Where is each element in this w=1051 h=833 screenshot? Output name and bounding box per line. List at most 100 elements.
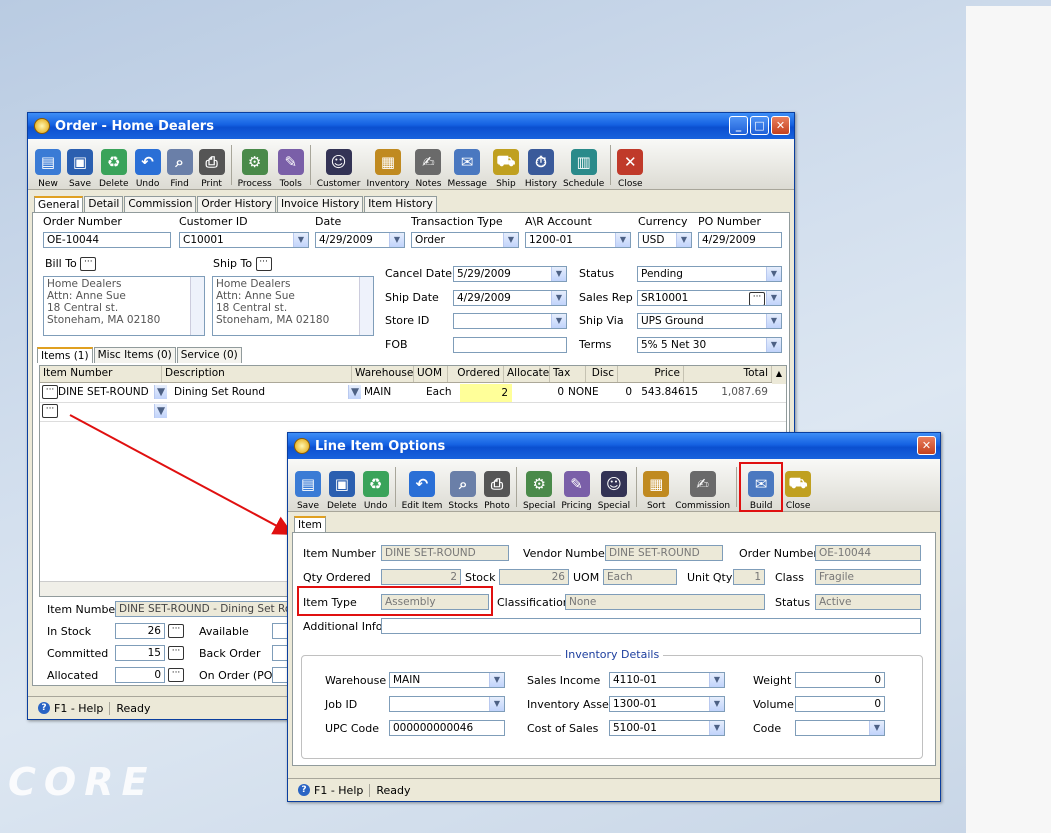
stock-field: 26 bbox=[499, 569, 569, 585]
status-text: Ready bbox=[376, 783, 411, 797]
chevron-down-icon[interactable]: ▼ bbox=[869, 721, 884, 735]
item-panel: Item Number DINE SET-ROUND Vendor Number… bbox=[292, 532, 936, 766]
line-item-tabs: Item bbox=[288, 516, 940, 532]
item-number-field: DINE SET-ROUND bbox=[381, 545, 509, 561]
vendor-number-label: Vendor Number bbox=[523, 547, 610, 560]
cost-of-sales-label: Cost of Sales bbox=[527, 722, 599, 735]
toolbar-special-button[interactable]: ⚙ Special bbox=[520, 463, 558, 511]
toolbar-pricing-button[interactable]: ✎ Pricing bbox=[558, 463, 594, 511]
status-label: Status bbox=[775, 596, 811, 609]
toolbar-separator bbox=[394, 467, 396, 507]
help-hint[interactable]: ? F1 - Help bbox=[298, 783, 371, 797]
order-number-label: Order Number bbox=[739, 547, 818, 560]
unit-qty-label: Unit Qty bbox=[687, 571, 733, 584]
uom-label: UOM bbox=[573, 571, 600, 584]
vendor-number-field: DINE SET-ROUND bbox=[605, 545, 723, 561]
sales-income-field[interactable]: 4110-01 ▼ bbox=[609, 672, 725, 688]
undo-icon: ♻ bbox=[362, 471, 389, 497]
chevron-down-icon[interactable]: ▼ bbox=[709, 721, 724, 735]
toolbar-separator bbox=[736, 467, 738, 507]
toolbar-sort-button[interactable]: ▦ Sort bbox=[640, 463, 672, 511]
inventory-assets-value: 1300-01 bbox=[613, 698, 657, 710]
toolbar-stocks-button[interactable]: ⌕ Stocks bbox=[445, 463, 481, 511]
item-type-highlight bbox=[297, 586, 493, 616]
classification-field: None bbox=[565, 594, 765, 610]
volume-field[interactable]: 0 bbox=[795, 696, 885, 712]
line-item-window-title: Line Item Options bbox=[315, 438, 446, 454]
inventory-assets-label: Inventory Assets bbox=[527, 698, 619, 711]
special-icon: ☺ bbox=[600, 471, 627, 497]
order-number-field: OE-10044 bbox=[815, 545, 921, 561]
toolbar-label: Edit Item bbox=[401, 501, 443, 511]
tab-item[interactable]: Item bbox=[294, 516, 326, 532]
sales-income-value: 4110-01 bbox=[613, 674, 657, 686]
uom-field: Each bbox=[603, 569, 677, 585]
sales-income-label: Sales Income bbox=[527, 674, 601, 687]
weight-field[interactable]: 0 bbox=[795, 672, 885, 688]
chevron-down-icon[interactable]: ▼ bbox=[489, 673, 504, 687]
sort-icon: ▦ bbox=[643, 471, 670, 497]
warehouse-field[interactable]: MAIN ▼ bbox=[389, 672, 505, 688]
chevron-down-icon[interactable]: ▼ bbox=[709, 673, 724, 687]
class-label: Class bbox=[775, 571, 804, 584]
app-icon bbox=[294, 438, 310, 454]
job-id-field[interactable]: ▼ bbox=[389, 696, 505, 712]
unit-qty-field: 1 bbox=[733, 569, 765, 585]
toolbar-special-button[interactable]: ☺ Special bbox=[595, 463, 633, 511]
close-window-button[interactable]: ✕ bbox=[917, 436, 936, 455]
code-label: Code bbox=[753, 722, 782, 735]
class-field: Fragile bbox=[815, 569, 921, 585]
toolbar-label: Undo bbox=[363, 501, 388, 511]
save-icon: ▤ bbox=[295, 471, 321, 497]
photo-icon: ⎙ bbox=[483, 471, 510, 497]
warehouse-value: MAIN bbox=[393, 674, 421, 686]
toolbar-edit-item-button[interactable]: ↶ Edit Item bbox=[399, 463, 446, 511]
warehouse-label: Warehouse bbox=[325, 674, 387, 687]
toolbar-label: Build bbox=[749, 501, 773, 511]
toolbar-commission-button[interactable]: ✍ Commission bbox=[672, 463, 733, 511]
cost-of-sales-value: 5100-01 bbox=[613, 722, 657, 734]
line-item-window: Line Item Options ✕ ▤ Save ▣ Delete ♻ Undo ↶ Ed… bbox=[287, 432, 941, 802]
line-item-titlebar[interactable]: Line Item Options ✕ bbox=[288, 433, 940, 459]
toolbar-save-button[interactable]: ▤ Save bbox=[292, 463, 324, 511]
weight-label: Weight bbox=[753, 674, 792, 687]
inventory-assets-field[interactable]: 1300-01 ▼ bbox=[609, 696, 725, 712]
toolbar-label: Save bbox=[296, 501, 320, 511]
item-number-label: Item Number bbox=[303, 547, 376, 560]
edit-item-icon: ↶ bbox=[408, 471, 435, 497]
line-item-statusbar: ? F1 - Help Ready bbox=[288, 778, 940, 801]
volume-label: Volume bbox=[753, 698, 794, 711]
build-icon: ✉ bbox=[748, 471, 775, 497]
toolbar-label: Close bbox=[785, 501, 811, 511]
toolbar-label: Special bbox=[597, 501, 631, 511]
toolbar-separator bbox=[636, 467, 638, 507]
pricing-icon: ✎ bbox=[563, 471, 590, 497]
toolbar-close-button[interactable]: ⛟ Close bbox=[782, 463, 814, 511]
toolbar-label: Commission bbox=[675, 501, 731, 511]
toolbar-label: Special bbox=[522, 501, 556, 511]
toolbar-label: Pricing bbox=[561, 501, 592, 511]
line-item-toolbar: ▤ Save ▣ Delete ♻ Undo ↶ Edit Item ⌕ Stocks ⎙ Photo… bbox=[288, 459, 940, 512]
upc-code-field[interactable]: 000000000046 bbox=[389, 720, 505, 736]
delete-icon: ▣ bbox=[328, 471, 355, 497]
cost-of-sales-field[interactable]: 5100-01 ▼ bbox=[609, 720, 725, 736]
qty-ordered-label: Qty Ordered bbox=[303, 571, 371, 584]
code-field[interactable]: ▼ bbox=[795, 720, 885, 736]
qty-ordered-field: 2 bbox=[381, 569, 461, 585]
toolbar-photo-button[interactable]: ⎙ Photo bbox=[481, 463, 513, 511]
upc-code-label: UPC Code bbox=[325, 722, 380, 735]
additional-info-label: Additional Info bbox=[303, 620, 383, 633]
toolbar-label: Sort bbox=[646, 501, 666, 511]
toolbar-separator bbox=[515, 467, 517, 507]
toolbar-delete-button[interactable]: ▣ Delete bbox=[324, 463, 360, 511]
additional-info-field[interactable] bbox=[381, 618, 921, 634]
commission-icon: ✍ bbox=[689, 471, 716, 497]
help-icon: ? bbox=[298, 784, 310, 796]
chevron-down-icon[interactable]: ▼ bbox=[709, 697, 724, 711]
toolbar-build-button[interactable]: ✉ Build bbox=[739, 462, 784, 512]
classification-label: Classification bbox=[497, 596, 570, 609]
chevron-down-icon[interactable]: ▼ bbox=[489, 697, 504, 711]
toolbar-undo-button[interactable]: ♻ Undo bbox=[360, 463, 392, 511]
special-icon: ⚙ bbox=[526, 471, 553, 497]
stock-label: Stock bbox=[465, 571, 496, 584]
